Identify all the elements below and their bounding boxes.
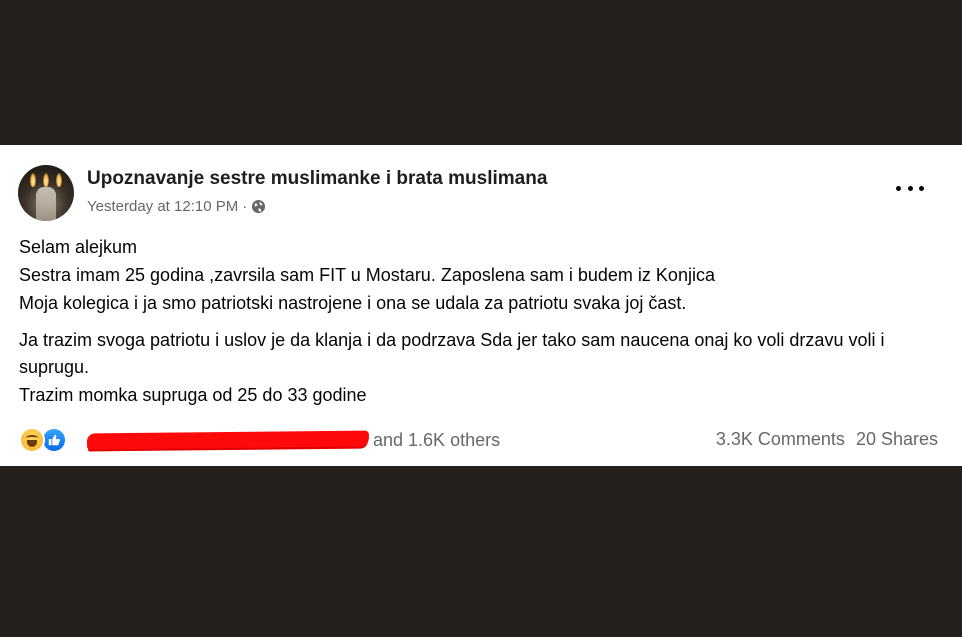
post-timestamp[interactable]: Yesterday at 12:10 PM	[87, 198, 238, 215]
candle-flame	[56, 173, 62, 187]
post-line: Sestra imam 25 godina ,zavrsila sam FIT …	[19, 265, 715, 285]
more-options-icon[interactable]	[896, 181, 924, 195]
group-name-link[interactable]: Upoznavanje sestre muslimanke i brata mu…	[87, 168, 547, 190]
reactions-others[interactable]: and 1.6K others	[373, 430, 500, 451]
post-line: Trazim momka supruga od 25 do 33 godine	[19, 385, 367, 405]
candle-flame	[43, 173, 49, 187]
comments-count[interactable]: 3.3K Comments	[716, 429, 845, 450]
meta-separator: ·	[242, 198, 248, 215]
group-avatar[interactable]	[18, 165, 74, 221]
reactions-bar[interactable]: and 1.6K others	[19, 427, 500, 453]
post-line: Moja kolegica i ja smo patriotski nastro…	[19, 293, 687, 313]
shares-count[interactable]: 20 Shares	[856, 429, 938, 450]
facebook-post: Upoznavanje sestre muslimanke i brata mu…	[0, 145, 962, 466]
avatar-figure	[36, 187, 56, 221]
post-body: Selam alejkum Sestra imam 25 godina ,zav…	[19, 233, 939, 409]
post-line: Ja trazim svoga patriotu i uslov je da k…	[19, 330, 885, 377]
redaction-mark	[86, 430, 370, 450]
candle-flame	[30, 173, 36, 187]
post-line: Selam alejkum	[19, 237, 138, 257]
globe-icon[interactable]	[251, 199, 266, 214]
post-stats: 3.3K Comments 20 Shares	[716, 429, 938, 450]
post-meta: Yesterday at 12:10 PM ·	[87, 198, 266, 215]
haha-icon[interactable]	[19, 427, 45, 453]
